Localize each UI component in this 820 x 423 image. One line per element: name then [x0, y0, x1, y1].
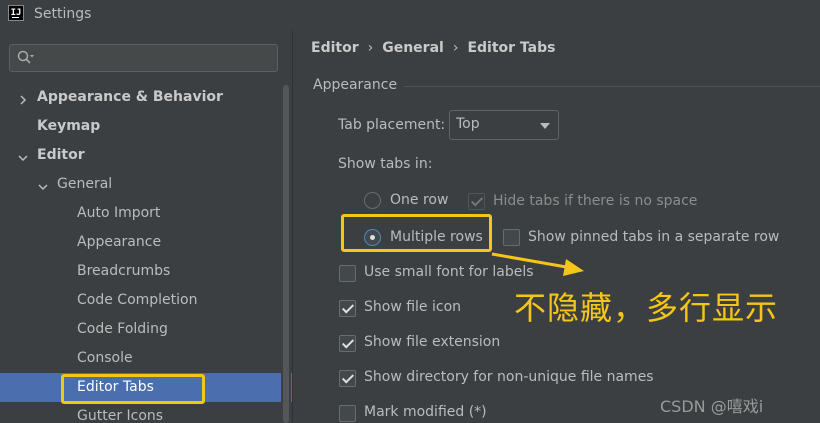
watermark: CSDN @嘻戏i: [660, 397, 764, 416]
annotation-text: 不隐藏，多行显示: [514, 289, 779, 327]
annotation-arrow-icon: [491, 252, 584, 276]
